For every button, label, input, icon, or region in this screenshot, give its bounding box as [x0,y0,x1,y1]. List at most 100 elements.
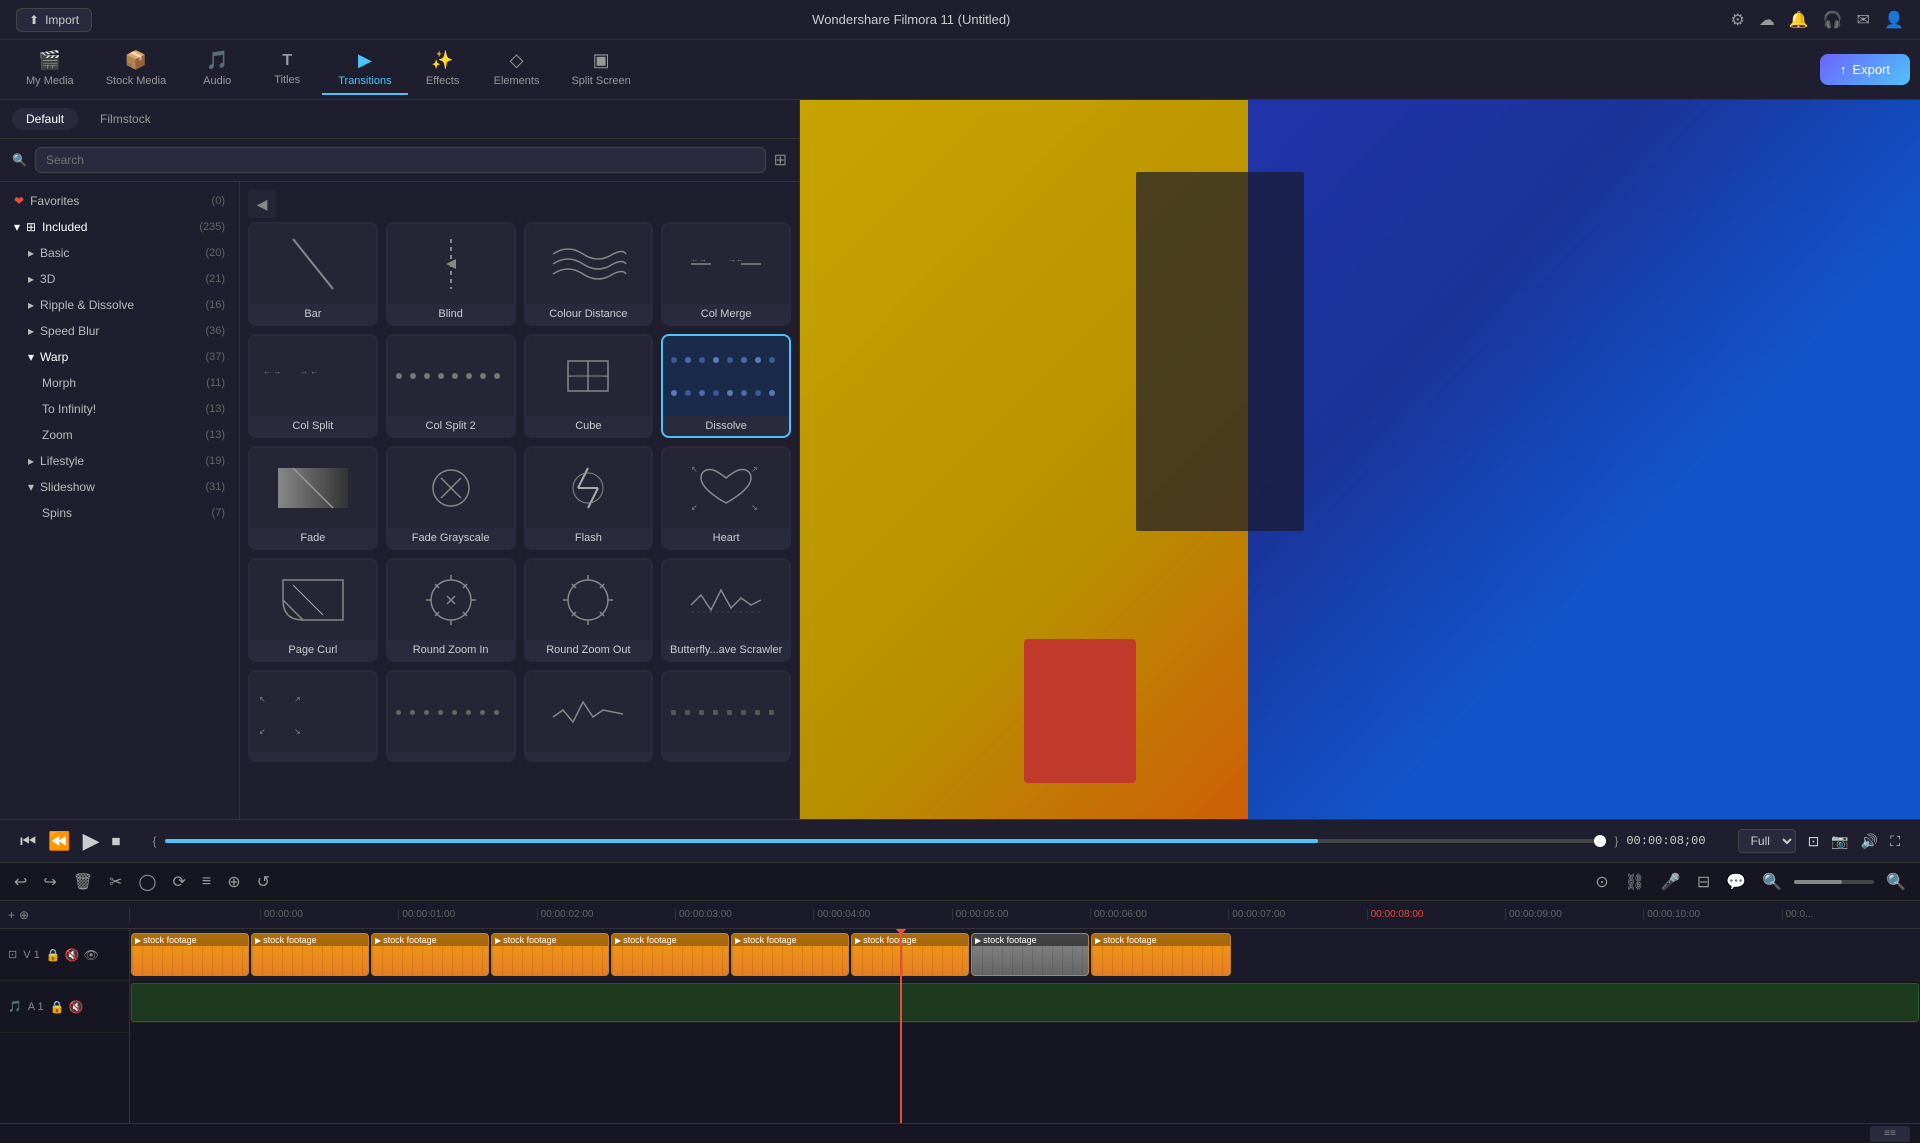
zoom-out-button[interactable]: 🔍 [1758,870,1786,894]
tab-stock-media[interactable]: 📦 Stock Media [90,44,183,95]
mail-icon[interactable]: ✉ [1857,10,1870,30]
transition-card-col-split-2[interactable]: Col Split 2 [386,334,516,438]
transition-card-dissolve[interactable]: Dissolve [661,334,791,438]
clip-5[interactable]: ▶stock footage [611,933,729,976]
track-a1-lock[interactable]: 🔒 [50,1000,65,1014]
progress-track[interactable] [165,839,1607,843]
fit-button[interactable]: ⊟ [1693,870,1714,894]
undo-button[interactable]: ↩ [10,870,31,894]
sidebar-item-basic[interactable]: ▸ Basic (20) [0,240,239,266]
track-a1-mute[interactable]: 🔇 [69,1000,84,1014]
zoom-in-button[interactable]: 🔍 [1882,870,1910,894]
transition-card-extra3[interactable] [524,670,654,762]
transition-card-colour-distance[interactable]: Colour Distance [524,222,654,326]
headset-icon[interactable]: 🎧 [1823,10,1843,30]
status-widget[interactable]: ≡≡ [1870,1126,1910,1142]
transition-card-extra2[interactable] [386,670,516,762]
transition-card-fade-grayscale[interactable]: Fade Grayscale [386,446,516,550]
track-v1-mute[interactable]: 🔇 [65,948,80,962]
notification-icon[interactable]: 🔔 [1789,10,1809,30]
transition-card-heart[interactable]: ↖ ↗ ↙ ↘ Heart [661,446,791,550]
clip-6[interactable]: ▶stock footage [731,933,849,976]
panel-tab-filmstock[interactable]: Filmstock [86,108,165,130]
playhead[interactable] [900,929,902,1123]
clip-9[interactable]: ▶stock footage [1091,933,1231,976]
cloud-icon[interactable]: ☁ [1759,10,1775,30]
redo-button[interactable]: ↪ [39,870,60,894]
transition-card-fade[interactable]: Fade [248,446,378,550]
sidebar-item-morph[interactable]: Morph (11) [0,370,239,396]
transition-card-butterfly[interactable]: Butterfly...ave Scrawler [661,558,791,662]
scroll-left-button[interactable]: ◀ [248,190,276,218]
cut-button[interactable]: ✂ [105,870,126,894]
transition-card-extra1[interactable]: ↖ ↗ ↙ ↘ [248,670,378,762]
tab-split-screen[interactable]: ▣ Split Screen [555,44,646,95]
transition-card-extra4[interactable] [661,670,791,762]
skip-back-button[interactable]: ⏮ [20,831,36,852]
zoom-slider-track[interactable] [1794,880,1874,884]
sidebar-item-ripple[interactable]: ▸ Ripple & Dissolve (16) [0,292,239,318]
tab-elements[interactable]: ◇ Elements [478,44,556,95]
mask-button[interactable]: ◯ [135,870,161,894]
track-v1-hide[interactable]: 👁 [84,948,99,962]
transition-card-blind[interactable]: Blind [386,222,516,326]
play-button[interactable]: ▶ [83,828,100,854]
transition-card-round-zoom-in[interactable]: Round Zoom In [386,558,516,662]
layout-icon[interactable]: ⊡ [1808,833,1820,850]
transition-card-col-merge[interactable]: ←→ →← Col Merge [661,222,791,326]
clip-8[interactable]: ▶stock footage [971,933,1089,976]
clip-1[interactable]: ▶stock footage [131,933,249,976]
step-back-button[interactable]: ⏪ [48,831,70,852]
audio-clip[interactable] [131,983,1919,1022]
tab-effects[interactable]: ✨ Effects [408,44,478,95]
sidebar-item-3d[interactable]: ▸ 3D (21) [0,266,239,292]
adjust-button[interactable]: ≡ [198,871,215,893]
user-icon[interactable]: 👤 [1884,10,1904,30]
mic-button[interactable]: 🎤 [1657,870,1685,894]
transition-card-page-curl[interactable]: Page Curl [248,558,378,662]
settings-icon[interactable]: ⚙ [1730,10,1744,30]
import-button[interactable]: ⬆ Import [16,8,92,32]
sidebar-item-slideshow[interactable]: ▾ Slideshow (31) [0,474,239,500]
more-button[interactable]: ↺ [253,870,274,894]
sidebar-item-lifestyle[interactable]: ▸ Lifestyle (19) [0,448,239,474]
clip-2[interactable]: ▶stock footage [251,933,369,976]
grid-view-icon[interactable]: ⊞ [774,150,787,170]
quality-select[interactable]: Full 1/2 1/4 [1738,829,1796,853]
tab-titles[interactable]: T Titles [252,46,322,94]
history-button[interactable]: ⟳ [168,870,189,894]
transition-card-col-split[interactable]: ← → → ← Col Split [248,334,378,438]
stop-button[interactable]: ⏹ [112,831,121,852]
transition-card-cube[interactable]: ← → Cube [524,334,654,438]
sidebar-item-speed-blur[interactable]: ▸ Speed Blur (36) [0,318,239,344]
tab-audio[interactable]: 🎵 Audio [182,44,252,95]
fullscreen-icon[interactable]: ⛶ [1890,833,1900,850]
snap-button[interactable]: ⊙ [1591,870,1612,894]
clip-3[interactable]: ▶stock footage [371,933,489,976]
sidebar-item-zoom[interactable]: Zoom (13) [0,422,239,448]
search-input[interactable] [35,147,766,173]
stabilize-button[interactable]: ⊕ [223,870,244,894]
tab-transitions[interactable]: ▶ Transitions [322,44,407,95]
transition-card-bar[interactable]: Bar [248,222,378,326]
track-v1-lock[interactable]: 🔒 [46,948,61,962]
panel-tab-default[interactable]: Default [12,108,78,130]
delete-button[interactable]: 🗑 [69,870,97,894]
tab-my-media[interactable]: 🎬 My Media [10,44,90,95]
sidebar-item-warp[interactable]: ▾ Warp (37) [0,344,239,370]
sidebar-item-spins[interactable]: Spins (7) [0,500,239,526]
clip-4[interactable]: ▶stock footage [491,933,609,976]
subtitle-button[interactable]: 💬 [1722,870,1750,894]
add-track-button[interactable]: + [8,908,15,922]
link-button[interactable]: ⛓ [1621,870,1649,894]
screenshot-icon[interactable]: 📷 [1831,833,1848,850]
sidebar-item-to-infinity[interactable]: To Infinity! (13) [0,396,239,422]
transition-card-flash[interactable]: Flash [524,446,654,550]
sidebar-item-favorites[interactable]: ❤ Favorites (0) [0,188,239,214]
sidebar-item-included[interactable]: ▾ ⊞ Included (235) [0,214,239,240]
export-button[interactable]: ↑ Export [1820,54,1910,85]
transition-card-round-zoom-out[interactable]: Round Zoom Out [524,558,654,662]
magnet-button[interactable]: ⊕ [19,908,29,922]
clip-7[interactable]: ▶stock footage [851,933,969,976]
volume-icon[interactable]: 🔊 [1861,833,1878,850]
